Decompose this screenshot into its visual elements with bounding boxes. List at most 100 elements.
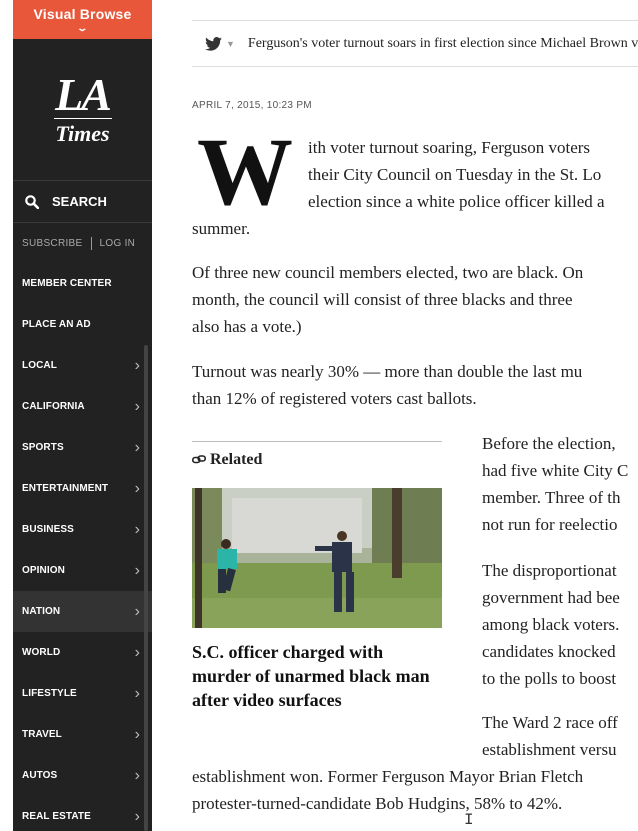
text-line: candidates knocked <box>482 642 616 661</box>
nav-item-opinion[interactable]: OPINION › <box>13 550 152 591</box>
chevron-right-icon[interactable]: › <box>135 644 140 662</box>
nav-item-sports[interactable]: SPORTS › <box>13 427 152 468</box>
article-dateline: APRIL 7, 2015, 10:23 PM <box>192 100 312 111</box>
logo-la: LA <box>55 68 112 120</box>
chevron-right-icon[interactable]: › <box>135 808 140 826</box>
text-line: Turnout was nearly 30% — more than doubl… <box>192 362 583 381</box>
nav-label: REAL ESTATE <box>22 811 91 822</box>
share-headline[interactable]: Ferguson's voter turnout soars in first … <box>248 36 638 52</box>
text-line: The disproportionat <box>482 561 617 580</box>
nav-label: ENTERTAINMENT <box>22 483 109 494</box>
nav-item-travel[interactable]: TRAVEL › <box>13 714 152 755</box>
search-button[interactable]: SEARCH <box>13 181 152 223</box>
text-line: month, the council will consist of three… <box>192 290 573 309</box>
chevron-right-icon[interactable]: › <box>135 726 140 744</box>
paragraph-1: ith voter turnout soaring, Ferguson vote… <box>308 134 638 215</box>
nav-label: BUSINESS <box>22 524 74 535</box>
text-line: protester-turned-candidate Bob Hudgins, … <box>192 794 563 813</box>
paragraph-6: The Ward 2 race off establishment versu <box>482 709 638 763</box>
nav-label: CALIFORNIA <box>22 401 85 412</box>
related-label-text: Related <box>210 451 263 468</box>
text-line: election since a white police officer ki… <box>308 192 605 211</box>
sidebar-scrollbar[interactable] <box>144 345 148 831</box>
nav-label: LIFESTYLE <box>22 688 77 699</box>
drop-cap: W <box>197 118 293 225</box>
logo-times: Times <box>55 120 110 146</box>
account-links: SUBSCRIBE LOG IN <box>13 223 152 263</box>
search-label: SEARCH <box>52 194 107 209</box>
nav-item-business[interactable]: BUSINESS › <box>13 509 152 550</box>
chevron-right-icon[interactable]: › <box>135 480 140 498</box>
chevron-right-icon[interactable]: › <box>135 439 140 457</box>
section-nav: MEMBER CENTER PLACE AN AD LOCAL › CALIFOR… <box>13 263 152 831</box>
visual-browse-label: Visual Browse <box>33 6 132 22</box>
related-divider <box>192 441 442 442</box>
text-line: among black voters. <box>482 615 620 634</box>
logo-rule <box>53 117 112 119</box>
nav-label: TRAVEL <box>22 729 62 740</box>
chevron-right-icon[interactable]: › <box>135 398 140 416</box>
chevron-right-icon[interactable]: › <box>135 357 140 375</box>
text-line: Of three new council members elected, tw… <box>192 263 584 282</box>
chevron-right-icon[interactable]: › <box>135 521 140 539</box>
text-line: member. Three of th <box>482 488 621 507</box>
nav-label: AUTOS <box>22 770 58 781</box>
nav-item-entertainment[interactable]: ENTERTAINMENT › <box>13 468 152 509</box>
chevron-right-icon[interactable]: › <box>135 685 140 703</box>
chevron-right-icon[interactable]: › <box>135 767 140 785</box>
chevron-down-icon: ⌄ <box>76 23 89 33</box>
chevron-right-icon[interactable]: › <box>135 562 140 580</box>
nav-label: NATION <box>22 606 61 617</box>
text-line: ith voter turnout soaring, Ferguson vote… <box>308 138 591 157</box>
text-line: than 12% of registered voters cast ballo… <box>192 389 477 408</box>
article-main: ▼ Ferguson's voter turnout soars in firs… <box>192 0 638 831</box>
visual-browse-button[interactable]: Visual Browse ⌄ <box>13 0 152 39</box>
paragraph-3: Turnout was nearly 30% — more than doubl… <box>192 358 638 412</box>
text-line: establishment versu <box>482 740 617 759</box>
text-line: to the polls to boost <box>482 669 617 688</box>
related-headline[interactable]: S.C. officer charged with murder of unar… <box>192 640 442 712</box>
nav-item-nation[interactable]: NATION › <box>13 591 152 632</box>
text-line: establishment won. Former Ferguson Mayor… <box>192 767 584 786</box>
text-line: Before the election, <box>482 434 616 453</box>
text-line: not run for reelectio <box>482 515 618 534</box>
chevron-right-icon[interactable]: › <box>135 603 140 621</box>
login-link[interactable]: LOG IN <box>100 238 136 249</box>
nav-label: OPINION <box>22 565 65 576</box>
paragraph-5: The disproportionat government had bee a… <box>482 557 638 692</box>
caret-down-icon[interactable]: ▼ <box>226 39 235 49</box>
nav-item-world[interactable]: WORLD › <box>13 632 152 673</box>
text-line: government had bee <box>482 588 620 607</box>
text-line: had five white City C <box>482 461 629 480</box>
nav-label: SPORTS <box>22 442 64 453</box>
divider <box>90 236 92 250</box>
text-line: The Ward 2 race off <box>482 713 618 732</box>
nav-item-real-estate[interactable]: REAL ESTATE › <box>13 796 152 831</box>
link-icon <box>192 455 206 464</box>
text-line: their City Council on Tuesday in the St.… <box>308 165 602 184</box>
nav-label: MEMBER CENTER <box>22 278 112 289</box>
paragraph-4: Before the election, had five white City… <box>482 430 638 538</box>
nav-item-autos[interactable]: AUTOS › <box>13 755 152 796</box>
twitter-icon[interactable] <box>205 36 222 51</box>
text-cursor-icon: I <box>464 811 474 829</box>
related-story-image[interactable] <box>192 488 442 628</box>
nav-item-place-an-ad[interactable]: PLACE AN AD <box>13 304 152 345</box>
nav-label: WORLD <box>22 647 61 658</box>
text-line: also has a vote.) <box>192 317 302 336</box>
subscribe-link[interactable]: SUBSCRIBE <box>22 238 83 249</box>
text-line: summer. <box>192 219 251 238</box>
search-icon <box>25 194 39 209</box>
nav-item-local[interactable]: LOCAL › <box>13 345 152 386</box>
nav-item-california[interactable]: CALIFORNIA › <box>13 386 152 427</box>
related-label: Related <box>192 451 262 469</box>
nav-item-lifestyle[interactable]: LIFESTYLE › <box>13 673 152 714</box>
paragraph-1-end: summer. <box>192 215 638 242</box>
sidebar-nav: Visual Browse ⌄ LA Times SEARCH SUBSCRIB… <box>13 0 152 831</box>
nav-label: LOCAL <box>22 360 57 371</box>
share-bar: ▼ Ferguson's voter turnout soars in firs… <box>192 20 638 67</box>
paragraph-2: Of three new council members elected, tw… <box>192 259 638 340</box>
nav-label: PLACE AN AD <box>22 319 91 330</box>
nav-item-member-center[interactable]: MEMBER CENTER <box>13 263 152 304</box>
la-times-logo[interactable]: LA Times <box>13 39 152 181</box>
